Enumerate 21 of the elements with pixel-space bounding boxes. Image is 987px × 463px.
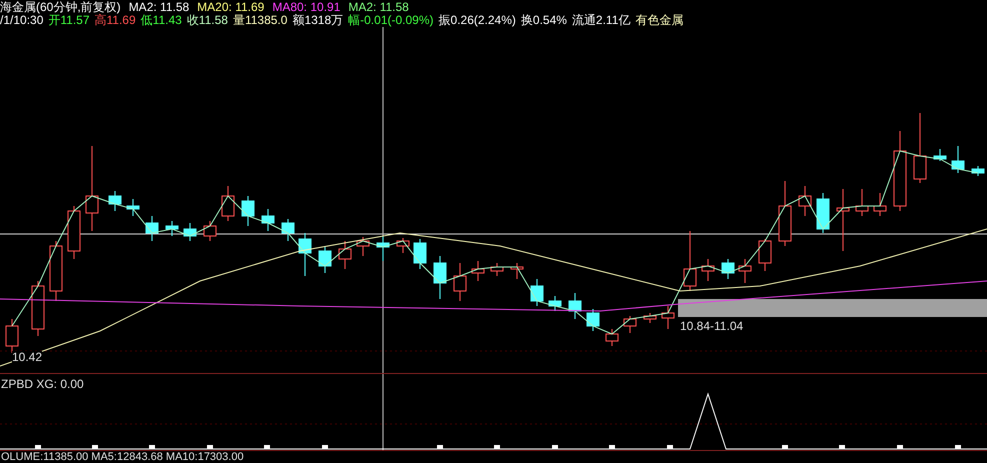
quote-text: /1/10:30 [0,14,44,27]
quote-text: 高11.69 [94,14,136,27]
chart-title-text: MA2: 11.58 [128,1,190,14]
quote-text: 幅-0.01(-0.09%) [348,14,434,27]
quote-text: 流通2.11亿 [572,14,630,27]
quote-text: 换0.54% [520,14,567,27]
volume-readout: OLUME:11385.00 MA5:12843.68 MA10:17303.00 [0,451,245,463]
quote-text: 开11.57 [48,14,90,27]
chart-title-text: 海金属(60分钟,前复权) [0,1,121,14]
chart-title-text: MA80: 10.91 [272,1,340,14]
quote-text: 低11.43 [140,14,182,27]
price-low-label: 10.42 [12,351,42,363]
indicator-label: ZPBD XG: 0.00 [1,378,84,391]
quote-text: 有色金属 [635,14,684,27]
quote-text: 量11385.0 [232,14,288,27]
quote-text: 振0.26(2.24%) [438,14,516,27]
price-range-label: 10.84-11.04 [680,320,744,333]
quote-text: 额1318万 [292,14,344,27]
chart-title-text: MA2: 11.58 [348,1,409,14]
chart-title-text: MA20: 11.69 [197,1,264,14]
quote-text: 收11.58 [186,14,228,27]
